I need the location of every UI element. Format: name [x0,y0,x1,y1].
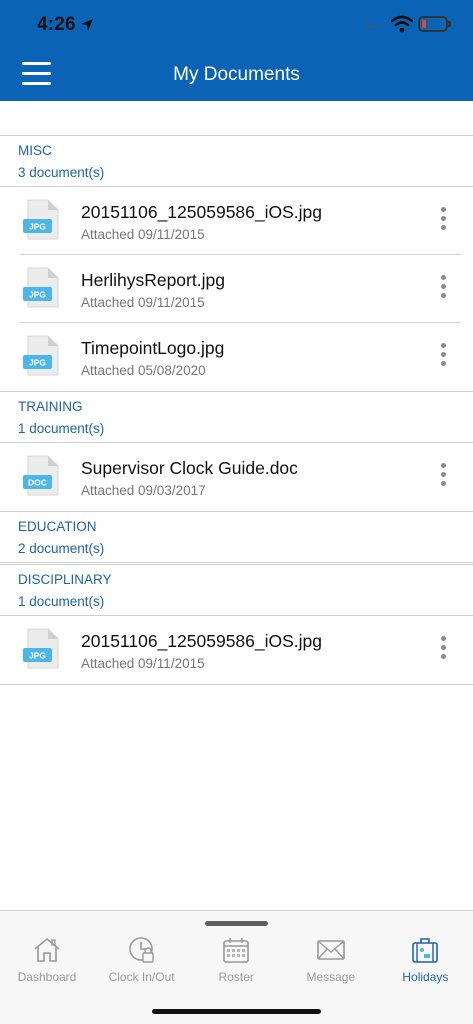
section-title: EDUCATION [18,519,97,534]
section-count: 1 document(s) [18,594,105,609]
section-header-training: TRAINING 1 document(s) [0,392,473,442]
document-row[interactable]: DOC Supervisor Clock Guide.doc Attached 09… [0,443,473,511]
cellular-signal-icon: •••• [364,22,380,31]
jpg-file-icon: JPG [22,628,60,670]
section-title: MISC [18,143,52,158]
tab-clock-in-out[interactable]: Clock In/Out [95,935,189,984]
document-date: Attached 09/03/2017 [81,483,206,498]
section-header-disciplinary: DISCIPLINARY 1 document(s) [0,565,473,615]
document-row[interactable]: JPG 20151106_125059586_iOS.jpg Attached 09… [0,187,473,255]
tab-label: Message [306,970,356,984]
document-row[interactable]: JPG 20151106_125059586_iOS.jpg Attached 09… [0,616,473,684]
section-count: 3 document(s) [18,165,105,180]
sheet-grabber[interactable] [205,921,268,926]
jpg-file-icon: JPG [22,267,60,309]
document-row[interactable]: JPG HerlihysReport.jpg Attached 09/11/2015 [0,255,473,323]
tab-message[interactable]: Message [284,935,378,984]
tab-label: Holidays [402,970,449,984]
clock-icon [95,935,189,965]
jpg-file-icon: JPG [22,199,60,241]
file-type-label: JPG [29,651,46,661]
section-count: 2 document(s) [18,541,105,556]
more-options-icon[interactable] [436,207,450,233]
calendar-icon [189,935,283,965]
section-header-misc: MISC 3 document(s) [0,136,473,186]
tab-label: Clock In/Out [108,970,175,984]
page-title: My Documents [173,64,300,85]
home-indicator [152,1009,321,1014]
document-name: 20151106_125059586_iOS.jpg [81,202,323,222]
file-type-label: JPG [29,222,46,232]
document-date: Attached 09/11/2015 [81,227,205,242]
file-type-label: JPG [29,290,46,300]
document-date: Attached 09/11/2015 [81,295,205,310]
wifi-icon [391,15,413,33]
tab-dashboard[interactable]: Dashboard [0,935,94,984]
status-time: 4:26 [37,14,94,36]
document-name: 20151106_125059586_iOS.jpg [81,631,323,651]
section-title: TRAINING [18,399,83,414]
tab-holidays[interactable]: Holidays [378,935,472,984]
more-options-icon[interactable] [436,463,450,489]
documents-list: MISC 3 document(s) JPG 20151106_125059586_i… [0,101,473,685]
bottom-tab-bar: Dashboard Clock In/Out Roster Message Holida… [0,910,473,1024]
tab-label: Dashboard [17,970,77,984]
document-date: Attached 09/11/2015 [81,656,205,671]
section-title: DISCIPLINARY [18,572,112,587]
more-options-icon[interactable] [436,343,450,369]
jpg-file-icon: JPG [22,335,60,377]
document-name: Supervisor Clock Guide.doc [81,458,298,478]
divider [0,684,473,685]
status-time-text: 4:26 [37,14,76,35]
document-row[interactable]: JPG TimepointLogo.jpg Attached 05/08/2020 [0,323,473,391]
envelope-icon [284,935,378,965]
more-options-icon[interactable] [436,636,450,662]
more-options-icon[interactable] [436,275,450,301]
tab-roster[interactable]: Roster [189,935,283,984]
battery-icon [418,16,451,32]
doc-file-icon: DOC [22,455,60,497]
tab-label: Roster [218,970,254,984]
document-name: TimepointLogo.jpg [81,338,225,358]
location-arrow-icon [80,19,93,31]
app-header: 4:26 •••• My Documents [0,0,473,101]
suitcase-icon [378,935,472,965]
file-type-label: JPG [29,358,46,368]
document-date: Attached 05/08/2020 [81,363,206,378]
file-type-label: DOC [28,478,47,488]
home-icon [0,935,94,965]
section-header-education: EDUCATION 2 document(s) [0,512,473,562]
status-bar: 4:26 •••• [0,0,473,50]
section-count: 1 document(s) [18,421,105,436]
document-name: HerlihysReport.jpg [81,270,225,290]
